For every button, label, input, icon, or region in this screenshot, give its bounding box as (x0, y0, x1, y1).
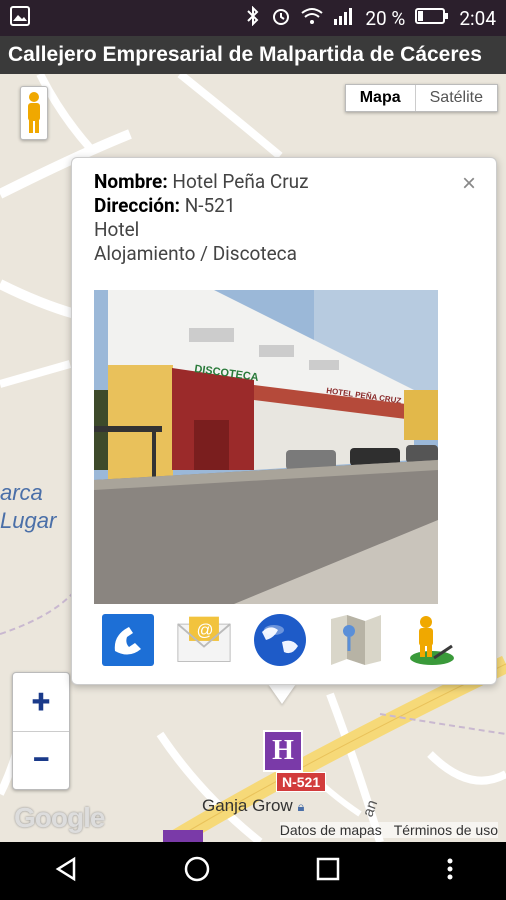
gallery-notification-icon (10, 5, 30, 31)
address-label: Dirección: (94, 194, 180, 217)
email-icon[interactable]: @ (176, 612, 232, 668)
terms-link[interactable]: Términos de uso (394, 822, 498, 838)
back-icon[interactable] (52, 855, 80, 887)
phone-icon[interactable] (100, 612, 156, 668)
map-directions-icon[interactable] (328, 612, 384, 668)
popup-info: Nombre: Hotel Peña Cruz Dirección: N-521… (94, 170, 309, 266)
info-popup: × Nombre: Hotel Peña Cruz Dirección: N-5… (71, 157, 497, 685)
battery-icon (415, 7, 449, 30)
name-label: Nombre: (94, 170, 168, 193)
zoom-out-button[interactable]: − (13, 732, 69, 790)
signal-icon (333, 7, 355, 30)
address-value: N-521 (179, 194, 236, 217)
address-row: Dirección: N-521 (94, 194, 309, 218)
map-label-place: Ganja Grow 🔒︎ (202, 796, 305, 815)
map-type-satellite-button[interactable]: Satélite (414, 85, 497, 111)
navigation-bar (0, 842, 506, 900)
business-type: Hotel (94, 218, 140, 241)
battery-percent: 20 % (365, 6, 406, 30)
app-title: Callejero Empresarial de Malpartida de C… (8, 43, 482, 66)
popup-tail (268, 684, 296, 704)
map-label-park-1: arca (0, 480, 43, 505)
svg-text:@: @ (197, 620, 214, 639)
popup-actions: @ (100, 612, 460, 668)
map-attribution: Datos de mapas Términos de uso (279, 822, 498, 838)
web-globe-icon[interactable] (252, 612, 308, 668)
zoom-in-button[interactable]: + (13, 673, 69, 732)
map-type-toggle: Mapa Satélite (344, 84, 498, 112)
business-category: Alojamiento / Discoteca (94, 242, 297, 265)
map-type-map-button[interactable]: Mapa (346, 85, 415, 111)
home-icon[interactable] (183, 855, 211, 887)
recents-icon[interactable] (314, 855, 342, 887)
business-photo[interactable]: DISCOTECA HOTEL PEÑA CRUZ (94, 290, 438, 604)
street-view-icon[interactable] (404, 612, 460, 668)
hotel-marker[interactable]: H (263, 730, 303, 772)
zoom-controls: + − (12, 672, 70, 790)
wifi-icon (301, 7, 323, 30)
name-value: Hotel Peña Cruz (167, 170, 309, 193)
alarm-icon (271, 6, 291, 31)
pegman-icon (28, 92, 40, 133)
bluetooth-icon (245, 5, 261, 31)
map-label-park-2: Lugar (0, 508, 57, 533)
menu-icon[interactable] (445, 855, 455, 887)
map-data-link[interactable]: Datos de mapas (280, 822, 382, 838)
street-view-pegman[interactable] (20, 86, 48, 140)
google-logo: Google (14, 802, 105, 833)
clock: 2:04 (459, 6, 496, 30)
road-sign: N-521 (276, 772, 327, 792)
app-title-bar: Callejero Empresarial de Malpartida de C… (0, 36, 506, 74)
name-row: Nombre: Hotel Peña Cruz (94, 170, 309, 194)
lock-icon: 🔒︎ (297, 799, 305, 814)
status-bar: 20 % 2:04 (0, 0, 506, 36)
popup-close-button[interactable]: × (462, 170, 476, 198)
